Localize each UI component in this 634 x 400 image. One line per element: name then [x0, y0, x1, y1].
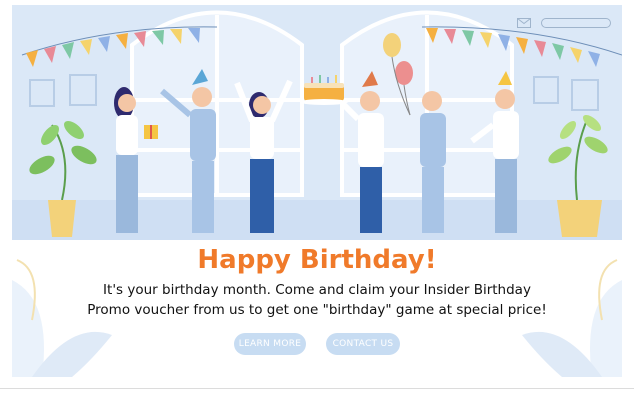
banner-content: Happy Birthday! It's your birthday month…	[12, 240, 622, 377]
newsletter-widget	[517, 18, 612, 30]
greeting-title: Happy Birthday!	[197, 245, 437, 275]
mail-icon[interactable]	[517, 18, 531, 28]
party-illustration	[12, 5, 622, 240]
promo-message: It's your birthday month. Come and claim…	[52, 280, 582, 320]
contact-us-button[interactable]: CONTACT US	[326, 333, 400, 355]
search-input[interactable]	[541, 18, 611, 28]
learn-more-button[interactable]: LEARN MORE	[234, 333, 306, 355]
divider	[0, 388, 634, 389]
birthday-banner-card: Happy Birthday! It's your birthday month…	[12, 5, 622, 377]
promo-message-line-1: It's your birthday month. Come and claim…	[103, 282, 531, 298]
page: Happy Birthday! It's your birthday month…	[0, 0, 634, 400]
promo-message-line-2: Promo voucher from us to get one "birthd…	[87, 302, 547, 318]
